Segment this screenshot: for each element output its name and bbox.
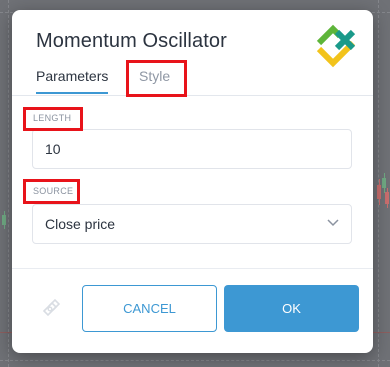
template-button[interactable] (28, 285, 74, 331)
cancel-button[interactable]: CANCEL (82, 285, 217, 332)
template-icon (42, 298, 61, 317)
chart-gridline (8, 0, 9, 367)
source-select[interactable]: Close price (32, 204, 352, 244)
length-value: 10 (45, 141, 61, 157)
chart-candle (377, 179, 381, 205)
dialog-tabs: Parameters Style (12, 68, 373, 96)
chart-candle (2, 211, 6, 229)
chart-gridline (0, 360, 390, 361)
chevron-down-icon (327, 219, 339, 227)
highlight-box-source-label (23, 179, 80, 204)
brand-logo-icon (316, 24, 356, 68)
tab-parameters-label: Parameters (36, 68, 109, 84)
chart-candle (385, 188, 389, 208)
highlight-box-length-label (23, 107, 83, 131)
footer-divider (12, 268, 373, 269)
ok-button[interactable]: OK (224, 285, 359, 332)
length-input[interactable]: 10 (32, 129, 352, 169)
source-value: Close price (45, 216, 116, 232)
chart-candle (382, 173, 386, 193)
highlight-box-style-tab (126, 60, 187, 97)
dialog-title: Momentum Oscillator (36, 30, 227, 52)
tab-parameters[interactable]: Parameters (36, 68, 109, 94)
active-tab-indicator (36, 92, 109, 94)
